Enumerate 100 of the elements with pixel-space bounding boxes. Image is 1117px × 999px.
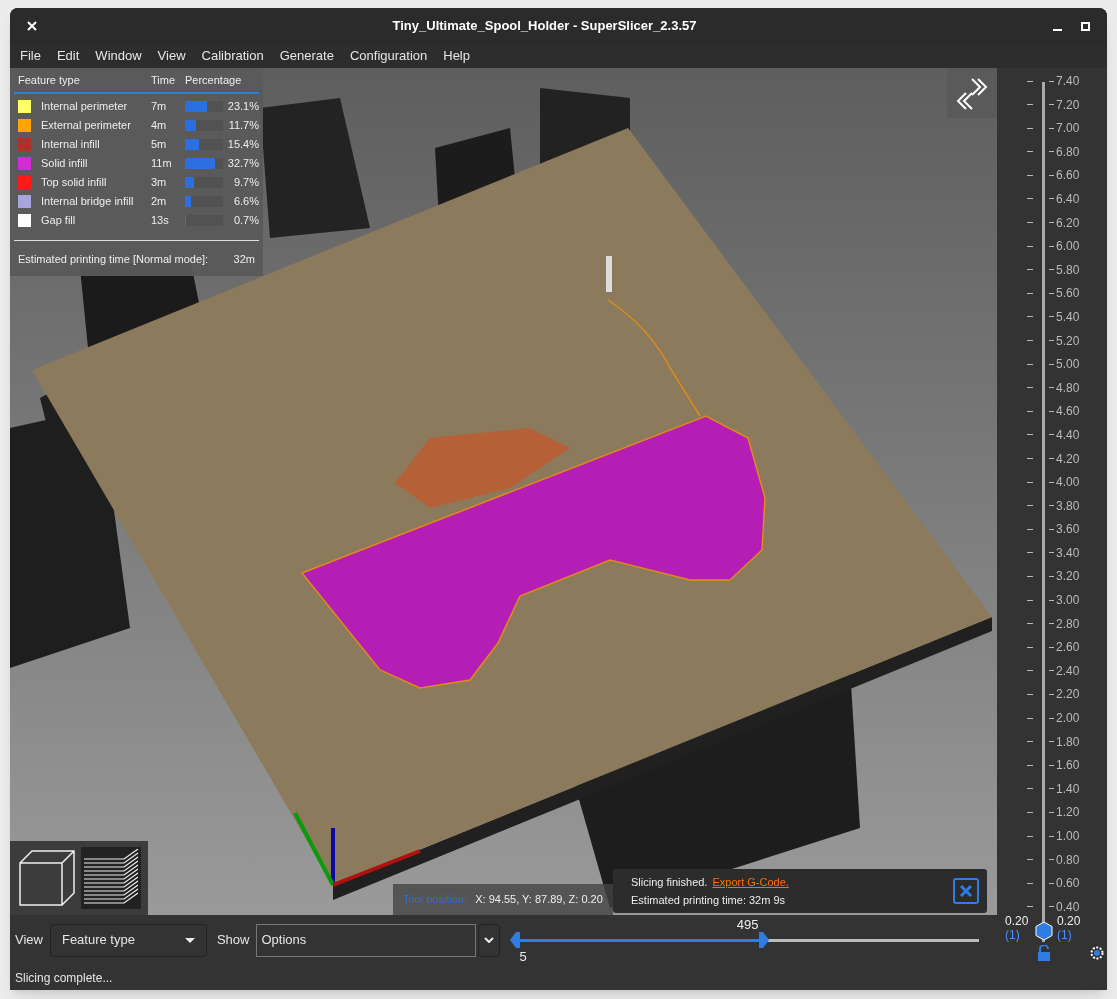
tick-mark (1027, 811, 1033, 813)
layer-move-slider[interactable]: 5 495 (514, 915, 985, 965)
feature-time: 5m (151, 137, 168, 153)
tool-position-value: X: 94.55, Y: 87.89, Z: 0.20 (475, 892, 603, 908)
tick-mark (1049, 410, 1054, 412)
layer-height-label: 4.00 (1056, 474, 1080, 492)
layer-height-label: 4.60 (1056, 403, 1080, 421)
feature-name: Solid infill (41, 156, 89, 172)
close-icon (959, 884, 973, 898)
show-label: Show (216, 931, 250, 950)
tick-mark (1049, 387, 1054, 389)
menu-item[interactable]: Help (435, 46, 478, 66)
feature-time: 7m (151, 99, 168, 115)
tick-mark (1027, 174, 1033, 176)
layer-height-label: 0.80 (1056, 851, 1080, 869)
menu-item[interactable]: Edit (48, 46, 88, 66)
menu-item[interactable]: Generate (271, 46, 342, 66)
tick-mark (1027, 717, 1033, 719)
menu-item[interactable]: View (149, 46, 194, 66)
column-header: Percentage (185, 72, 242, 88)
layer-height-value: 0.20 (1005, 914, 1029, 928)
slider-thumb[interactable] (510, 932, 521, 948)
tick-mark (1049, 363, 1054, 365)
tick-mark (1049, 811, 1054, 813)
tick-mark (1027, 528, 1033, 530)
tick-mark (1049, 764, 1054, 766)
menu-item[interactable]: Window (87, 46, 150, 66)
tick-mark (1027, 245, 1033, 247)
minimize-icon (1052, 29, 1062, 31)
tick-mark (1049, 104, 1054, 106)
tick-mark (1049, 859, 1054, 861)
layer-height-label: 5.60 (1056, 285, 1080, 303)
menu-item[interactable]: Calibration (193, 46, 272, 66)
tick-mark (1027, 410, 1033, 412)
tick-mark (1027, 788, 1033, 790)
collapse-sidebar-button[interactable] (947, 68, 997, 118)
tick-mark (1027, 882, 1033, 884)
tick-mark (1027, 104, 1033, 106)
settings-button[interactable] (1090, 946, 1104, 960)
layer-height-label: 0.40 (1056, 898, 1080, 916)
tick-mark (1049, 458, 1054, 459)
tick-mark (1049, 269, 1054, 271)
tick-mark (1027, 387, 1033, 389)
feature-percentage: 0.7% (232, 213, 259, 229)
feature-name: External perimeter (41, 118, 132, 134)
show-dropdown-button[interactable] (478, 923, 501, 957)
view-dropdown[interactable]: Feature type (49, 923, 207, 957)
layer-height-value: 0.20 (1057, 914, 1081, 928)
layer-height-label: 2.40 (1056, 662, 1080, 680)
tick-mark (1027, 693, 1033, 695)
tick-mark (1049, 717, 1054, 719)
estimate-value: 32m (233, 252, 255, 267)
tick-mark (1049, 670, 1054, 672)
lock-button[interactable] (1037, 945, 1051, 961)
feature-time: 4m (151, 118, 168, 134)
3d-view-button[interactable] (17, 847, 77, 909)
tick-mark (1027, 458, 1033, 459)
tick-mark (1049, 151, 1054, 153)
show-field[interactable]: Options (256, 923, 477, 957)
tick-mark (1027, 316, 1033, 318)
tick-mark (1027, 127, 1033, 129)
layer-height-label: 1.00 (1056, 828, 1080, 845)
estimate-label: Estimated printing time [Normal mode]: (18, 252, 209, 267)
tick-mark (1027, 575, 1033, 577)
tick-mark (1049, 906, 1054, 908)
feature-name: Top solid infill (41, 175, 108, 191)
tick-mark (1049, 575, 1054, 577)
column-header: Time (151, 72, 177, 88)
tick-mark (1049, 292, 1054, 294)
settings-icon (1090, 946, 1104, 960)
tick-mark (1027, 552, 1033, 554)
menu-item[interactable]: File (12, 46, 49, 66)
dropdown-caret-icon (184, 937, 195, 943)
tick-mark (1049, 552, 1054, 554)
layer-height-label: 6.20 (1056, 214, 1080, 232)
layer-height-label: 5.00 (1056, 356, 1080, 374)
layer-slider-thumb[interactable] (1035, 922, 1053, 940)
layer-height-label: 1.60 (1056, 757, 1080, 775)
tick-mark (1049, 882, 1054, 884)
tick-mark (1027, 481, 1033, 483)
close-icon (27, 21, 37, 31)
tick-mark (1049, 693, 1054, 695)
feature-time: 2m (151, 194, 168, 210)
slider-thumb[interactable] (758, 932, 769, 948)
tick-mark (1027, 222, 1033, 224)
layer-height-label: 3.40 (1056, 544, 1080, 562)
export-gcode-link[interactable]: Export G-Code. (712, 873, 789, 890)
feature-time: 13s (151, 213, 170, 229)
tick-mark (1049, 788, 1054, 790)
layers-view-button[interactable] (81, 847, 141, 909)
layer-height-label: 0.60 (1056, 875, 1080, 893)
layer-height-label: 6.00 (1056, 238, 1080, 256)
feature-name: Internal bridge infill (41, 194, 135, 210)
tick-mark (1049, 127, 1054, 129)
tick-mark (1049, 245, 1054, 247)
cube-icon (18, 849, 76, 907)
menu-item[interactable]: Configuration (341, 46, 436, 66)
tick-mark (1027, 835, 1033, 837)
layer-index: (1) (1057, 928, 1073, 942)
layer-index: (1) (1005, 928, 1021, 942)
